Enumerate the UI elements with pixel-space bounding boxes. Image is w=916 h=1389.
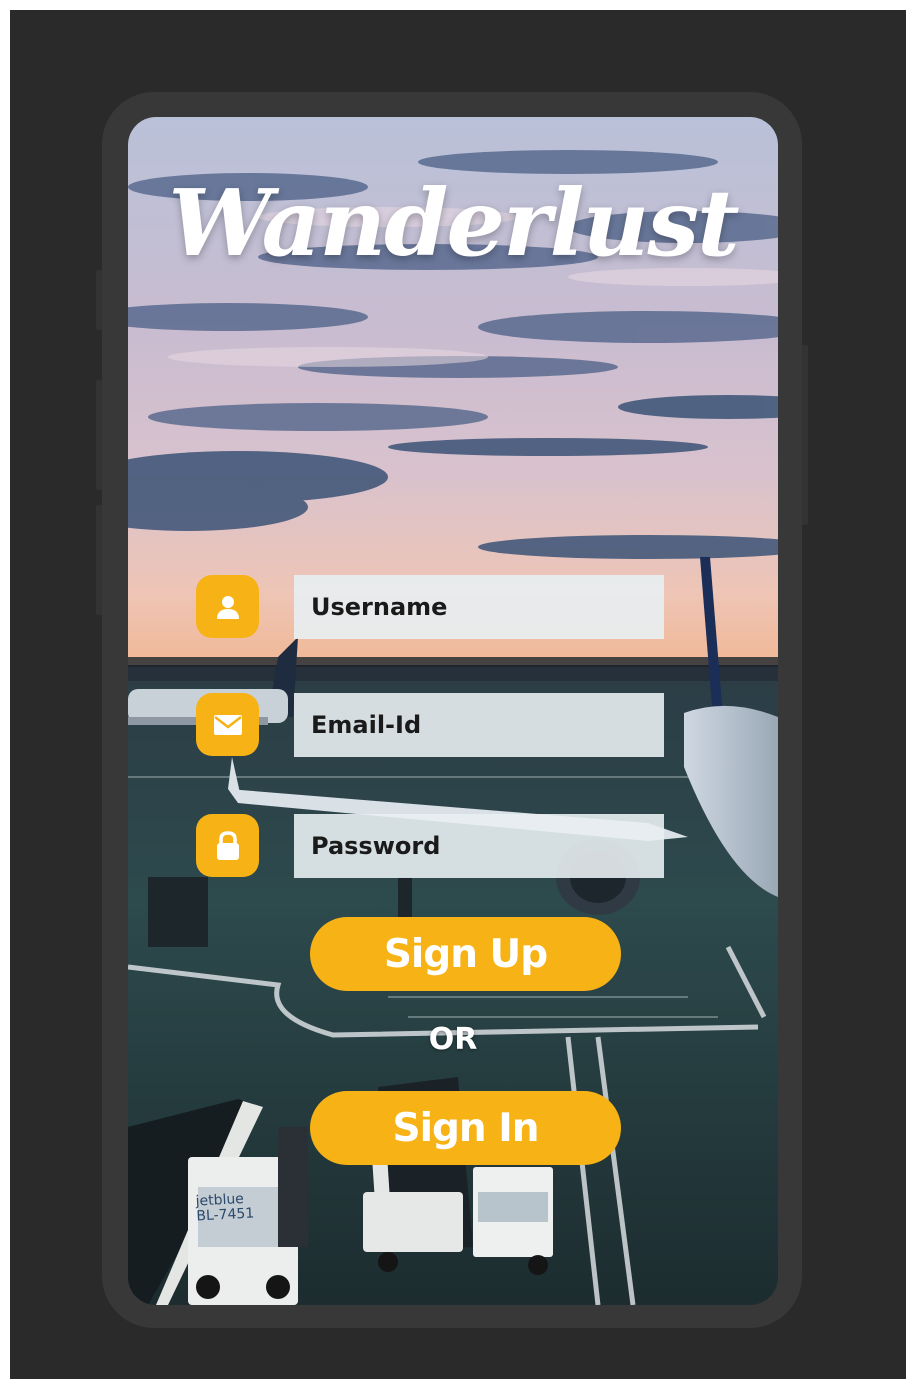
password-row <box>196 812 664 880</box>
email-input[interactable] <box>294 693 664 757</box>
username-input[interactable] <box>294 575 664 639</box>
username-row <box>196 573 664 641</box>
vehicle-id: BL-7451 <box>195 1205 255 1225</box>
email-row <box>196 691 664 759</box>
envelope-icon <box>196 693 259 756</box>
sign-up-button[interactable]: Sign Up <box>310 917 621 991</box>
sign-in-button[interactable]: Sign In <box>310 1091 621 1165</box>
user-icon <box>196 575 259 638</box>
password-input[interactable] <box>294 814 664 878</box>
or-separator: OR <box>428 1022 478 1057</box>
lock-icon <box>196 814 259 877</box>
app-title: Wanderlust <box>168 169 739 277</box>
login-screen: Wanderlust Sign Up OR Sign In <box>128 117 778 1305</box>
vehicle-label: jetblue BL-7451 <box>195 1191 255 1225</box>
